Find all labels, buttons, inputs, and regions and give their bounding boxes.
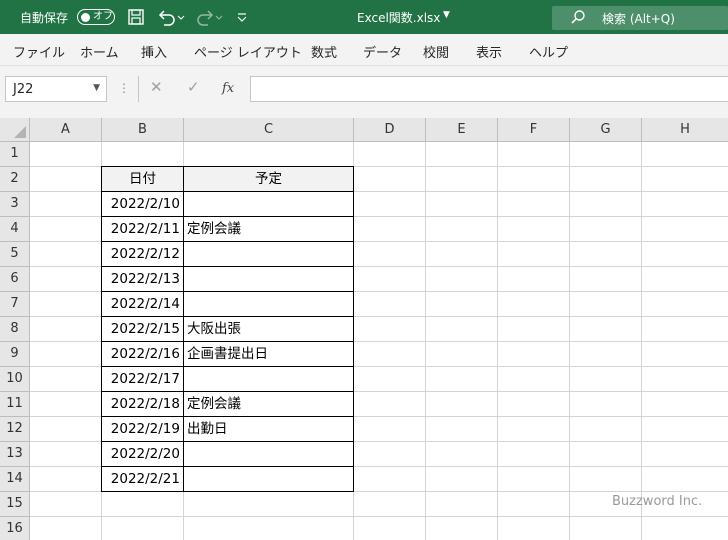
search-placeholder: 検索 (Alt+Q) xyxy=(602,12,675,26)
row-header-8[interactable]: 8 xyxy=(0,317,30,342)
row-header-16[interactable]: 16 xyxy=(0,517,30,540)
tab-insert[interactable]: 挿入 xyxy=(141,42,167,61)
tab-view[interactable]: 表示 xyxy=(476,42,502,61)
row-header-1[interactable]: 1 xyxy=(0,142,30,167)
tab-home[interactable]: ホーム xyxy=(80,42,119,61)
autosave-toggle[interactable]: オフ xyxy=(77,9,115,25)
chevron-down-icon[interactable]: ▼ xyxy=(93,83,100,93)
formula-bar: J22 ▼ ⋮ ✕ ✓ fx xyxy=(0,66,728,118)
row-header-2[interactable]: 2 xyxy=(0,167,30,192)
insert-function-icon[interactable]: fx xyxy=(222,81,234,96)
row-header-12[interactable]: 12 xyxy=(0,417,30,442)
toggle-knob xyxy=(81,12,90,22)
title-bar: 自動保存 オフ Excel関数.xlsx ▼ 検索 (Alt+Q) xyxy=(0,0,728,34)
save-icon[interactable] xyxy=(127,8,145,26)
customize-qat-icon[interactable] xyxy=(236,8,248,26)
table-border xyxy=(101,241,354,242)
column-header-f[interactable]: F xyxy=(498,118,570,142)
search-box[interactable]: 検索 (Alt+Q) xyxy=(552,6,728,30)
tab-page-layout[interactable]: ページ レイアウト xyxy=(194,42,302,61)
tab-formulas[interactable]: 数式 xyxy=(311,42,337,61)
row-header-4[interactable]: 4 xyxy=(0,217,30,242)
row-header-3[interactable]: 3 xyxy=(0,192,30,217)
name-box-value: J22 xyxy=(13,82,34,97)
tab-help[interactable]: ヘルプ xyxy=(529,42,568,61)
ribbon-tabs: ファイル ホーム 挿入 ページ レイアウト 数式 データ 校閲 表示 ヘルプ xyxy=(0,34,728,66)
row-header-7[interactable]: 7 xyxy=(0,292,30,317)
table-border xyxy=(101,291,354,292)
table-border xyxy=(101,341,354,342)
table-border xyxy=(101,216,354,217)
column-header-h[interactable]: H xyxy=(642,118,728,142)
divider xyxy=(138,76,139,102)
gridline xyxy=(30,516,728,517)
row-header-14[interactable]: 14 xyxy=(0,467,30,492)
autosave-label: 自動保存 xyxy=(20,11,69,25)
name-box[interactable]: J22 ▼ xyxy=(5,76,107,102)
cancel-icon[interactable]: ✕ xyxy=(150,78,163,96)
autosave-state: オフ xyxy=(93,11,113,22)
table-border xyxy=(101,366,354,367)
table-border xyxy=(101,191,354,192)
row-header-11[interactable]: 11 xyxy=(0,392,30,417)
column-header-b[interactable]: B xyxy=(102,118,184,142)
column-header-a[interactable]: A xyxy=(30,118,102,142)
row-header-15[interactable]: 15 xyxy=(0,492,30,517)
watermark: Buzzword Inc. xyxy=(612,494,703,509)
search-icon xyxy=(570,9,586,29)
select-all-button[interactable] xyxy=(0,118,30,142)
tab-review[interactable]: 校閲 xyxy=(423,42,449,61)
undo-icon[interactable] xyxy=(157,8,185,26)
more-icon[interactable]: ⋮ xyxy=(118,81,130,95)
redo-icon[interactable] xyxy=(195,8,223,26)
row-header-13[interactable]: 13 xyxy=(0,442,30,467)
table-border xyxy=(101,466,354,467)
row-header-5[interactable]: 5 xyxy=(0,242,30,267)
table-border xyxy=(183,166,184,492)
document-title[interactable]: Excel関数.xlsx xyxy=(357,9,440,26)
table-border xyxy=(101,416,354,417)
select-all-icon xyxy=(14,126,26,138)
table-border xyxy=(101,316,354,317)
table-border xyxy=(101,266,354,267)
column-header-g[interactable]: G xyxy=(570,118,642,142)
column-header-c[interactable]: C xyxy=(184,118,354,142)
enter-icon[interactable]: ✓ xyxy=(187,78,200,96)
column-header-e[interactable]: E xyxy=(426,118,498,142)
table-border xyxy=(101,441,354,442)
row-header-9[interactable]: 9 xyxy=(0,342,30,367)
column-header-d[interactable]: D xyxy=(354,118,426,142)
row-header-6[interactable]: 6 xyxy=(0,267,30,292)
row-header-10[interactable]: 10 xyxy=(0,367,30,392)
tab-file[interactable]: ファイル xyxy=(13,42,65,61)
table-border xyxy=(101,391,354,392)
table-outline xyxy=(101,166,354,492)
formula-input[interactable] xyxy=(250,76,728,102)
tab-data[interactable]: データ xyxy=(363,42,402,61)
chevron-down-icon[interactable]: ▼ xyxy=(443,10,450,20)
